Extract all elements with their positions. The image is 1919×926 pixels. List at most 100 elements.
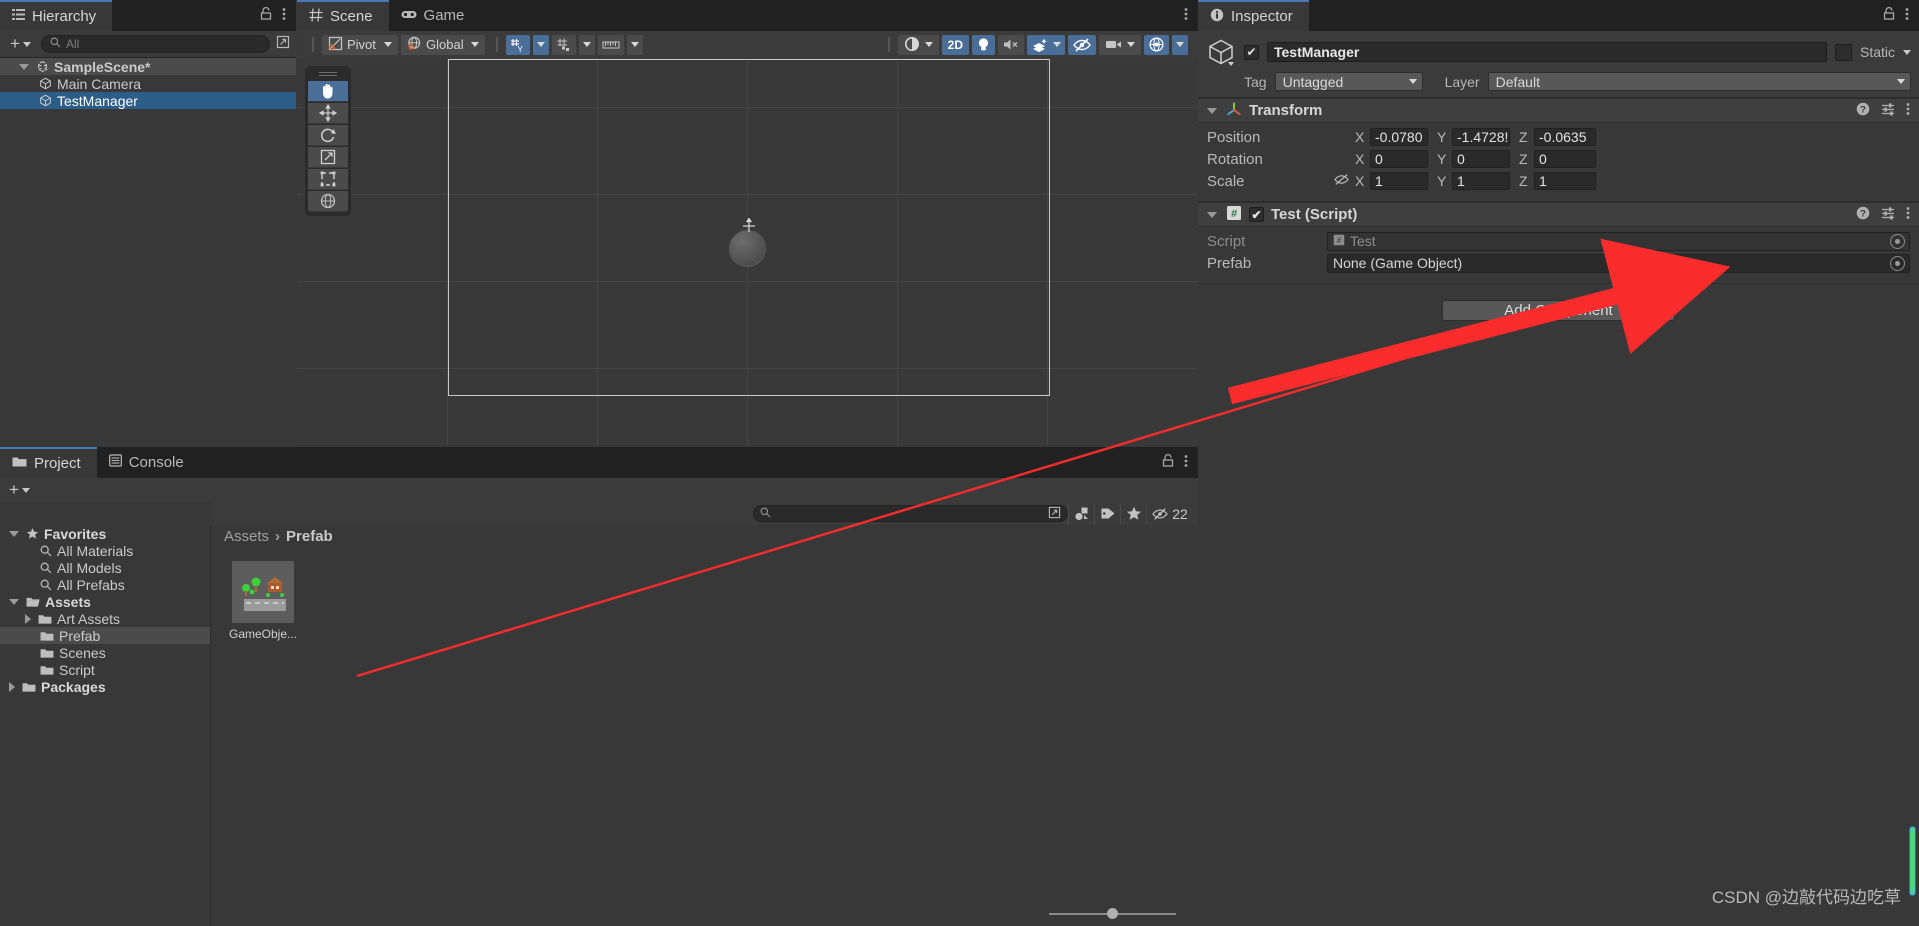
collapse-triangle-icon[interactable]	[1207, 107, 1217, 114]
help-icon[interactable]: ?	[1856, 102, 1870, 120]
rect-tool[interactable]	[308, 169, 348, 190]
expand-triangle-icon[interactable]	[9, 530, 19, 537]
hierarchy-search-input[interactable]: All	[40, 35, 270, 53]
script-object-field[interactable]: # Test	[1327, 231, 1910, 251]
lock-icon[interactable]	[1883, 7, 1895, 24]
transform-tool[interactable]	[308, 191, 348, 212]
scale-tool[interactable]	[308, 147, 348, 168]
hierarchy-search-expand-icon[interactable]	[276, 35, 290, 53]
tab-console[interactable]: Console	[97, 447, 200, 478]
hierarchy-add-button[interactable]: +	[6, 34, 35, 54]
scale-x-field[interactable]: 1	[1370, 172, 1428, 190]
vertical-scrollbar-thumb[interactable]	[1909, 826, 1916, 896]
tab-inspector[interactable]: Inspector	[1198, 0, 1309, 31]
2d-toggle-button[interactable]: 2D	[941, 34, 969, 55]
preset-icon[interactable]	[1881, 102, 1895, 120]
layer-dropdown[interactable]: Default	[1487, 72, 1911, 91]
expand-triangle-icon[interactable]	[9, 598, 19, 605]
slider-knob[interactable]	[1107, 908, 1118, 919]
component-menu-icon[interactable]	[1906, 102, 1910, 120]
scene-lighting-button[interactable]	[972, 34, 995, 55]
handle-space-dropdown[interactable]: Global	[401, 34, 485, 55]
breadcrumb-assets[interactable]: Assets	[224, 528, 269, 545]
tab-scene[interactable]: Scene	[297, 0, 389, 31]
search-expand-icon[interactable]	[1048, 506, 1061, 522]
scene-gizmos-dropdown[interactable]	[1172, 34, 1188, 55]
rotation-x-field[interactable]: 0	[1370, 150, 1428, 168]
hand-tool[interactable]	[308, 81, 348, 102]
asset-item[interactable]: GameObje...	[229, 561, 297, 641]
position-x-field[interactable]: -0.0780	[1370, 128, 1428, 146]
grid-axis-button[interactable]: Y	[506, 34, 530, 55]
grid-axis-dropdown[interactable]	[533, 34, 549, 55]
palette-drag-handle[interactable]	[319, 72, 337, 76]
scene-visibility-button[interactable]	[1068, 34, 1096, 55]
scene-menu-icon[interactable]	[1184, 7, 1188, 25]
project-menu-icon[interactable]	[1184, 454, 1188, 472]
move-tool[interactable]	[308, 103, 348, 124]
scene-camera-button[interactable]	[1099, 34, 1141, 55]
shading-mode-button[interactable]	[897, 34, 939, 55]
scene-viewport[interactable]	[297, 58, 1198, 446]
object-picker-icon[interactable]	[1890, 233, 1905, 249]
project-search-input[interactable]	[753, 505, 1068, 522]
breadcrumb-prefab[interactable]: Prefab	[286, 528, 333, 545]
project-tree-item-assets[interactable]: Assets	[0, 593, 210, 610]
move-gizmo[interactable]	[741, 217, 757, 237]
help-icon[interactable]: ?	[1856, 206, 1870, 224]
gameobject-enabled-checkbox[interactable]: ✔	[1244, 44, 1259, 60]
hierarchy-menu-icon[interactable]	[282, 7, 286, 25]
object-picker-icon[interactable]	[1890, 255, 1905, 271]
lock-icon[interactable]	[1162, 454, 1174, 471]
project-tree-item-prefab[interactable]: Prefab	[0, 627, 210, 644]
project-tree-item-favorites[interactable]: Favorites	[0, 525, 210, 542]
ruler-button[interactable]	[598, 34, 624, 55]
scene-audio-button[interactable]	[998, 34, 1024, 55]
collapse-triangle-icon[interactable]	[1207, 211, 1217, 218]
position-z-field[interactable]: -0.0635	[1534, 128, 1596, 146]
scene-fx-button[interactable]	[1027, 34, 1065, 55]
scale-unlink-icon[interactable]	[1333, 173, 1350, 190]
rotation-z-field[interactable]: 0	[1534, 150, 1596, 168]
project-tree-item-scenes[interactable]: Scenes	[0, 644, 210, 661]
project-tree-item-all-prefabs[interactable]: All Prefabs	[0, 576, 210, 593]
hierarchy-item-main-camera[interactable]: Main Camera	[0, 75, 296, 92]
project-tree-item-all-models[interactable]: All Models	[0, 559, 210, 576]
prefab-object-field[interactable]: None (Game Object)	[1327, 253, 1910, 273]
grid-snap-button[interactable]	[552, 34, 576, 55]
hierarchy-item-testmanager[interactable]: TestManager	[0, 92, 296, 109]
inspector-menu-icon[interactable]	[1905, 7, 1909, 25]
hidden-assets-toggle[interactable]: 22	[1146, 503, 1192, 524]
project-tree-item-packages[interactable]: Packages	[0, 678, 210, 695]
gameobject-name-field[interactable]: TestManager	[1267, 42, 1827, 62]
add-component-button[interactable]: Add Component	[1442, 300, 1675, 321]
pivot-dropdown[interactable]: Pivot	[322, 34, 398, 55]
position-y-field[interactable]: -1.4728!	[1452, 128, 1510, 146]
component-menu-icon[interactable]	[1906, 206, 1910, 224]
rotation-y-field[interactable]: 0	[1452, 150, 1510, 168]
filter-by-type-button[interactable]	[1068, 503, 1094, 524]
tab-game[interactable]: Game	[389, 0, 481, 31]
test-script-header[interactable]: # ✔ Test (Script) ?	[1198, 202, 1919, 227]
favorites-button[interactable]	[1120, 503, 1146, 524]
grid-snap-dropdown[interactable]	[579, 34, 595, 55]
ruler-dropdown[interactable]	[627, 34, 643, 55]
preset-icon[interactable]	[1881, 206, 1895, 224]
rotate-tool[interactable]	[308, 125, 348, 146]
filter-by-label-button[interactable]	[1094, 503, 1120, 524]
hierarchy-item-samplescene[interactable]: SampleScene*	[0, 58, 296, 75]
lock-icon[interactable]	[260, 7, 272, 24]
project-tree-item-script[interactable]: Script	[0, 661, 210, 678]
collapse-triangle-icon[interactable]	[9, 681, 15, 692]
project-add-button[interactable]: +	[5, 480, 34, 500]
scene-gizmos-button[interactable]	[1144, 34, 1169, 55]
expand-triangle-icon[interactable]	[19, 63, 29, 70]
scale-y-field[interactable]: 1	[1452, 172, 1510, 190]
tab-project[interactable]: Project	[0, 447, 97, 478]
static-checkbox[interactable]	[1834, 43, 1852, 61]
test-script-enabled-checkbox[interactable]: ✔	[1249, 207, 1264, 222]
collapse-triangle-icon[interactable]	[25, 613, 31, 624]
tab-hierarchy[interactable]: Hierarchy	[0, 0, 113, 31]
project-tree-item-art-assets[interactable]: Art Assets	[0, 610, 210, 627]
chevron-down-icon[interactable]	[1903, 49, 1911, 55]
